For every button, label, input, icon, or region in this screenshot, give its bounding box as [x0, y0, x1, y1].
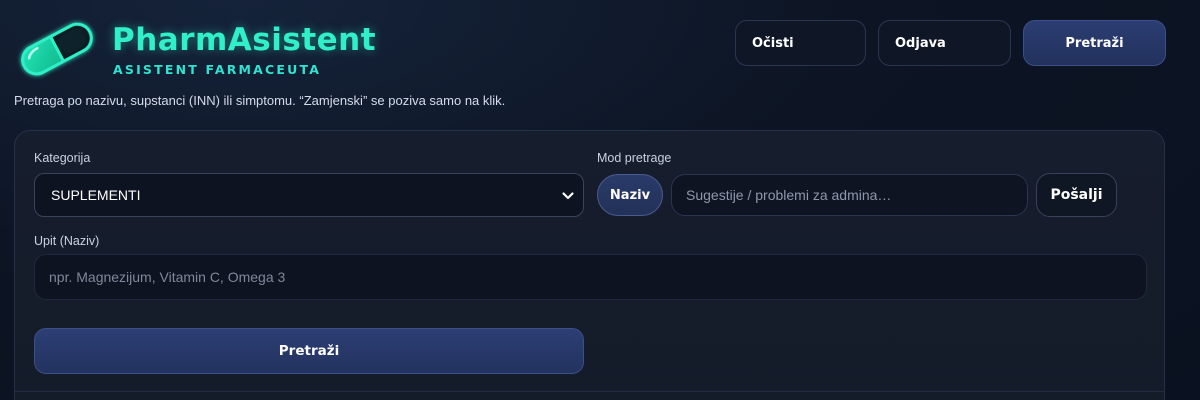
- query-input[interactable]: [34, 254, 1147, 300]
- app-page: PharmAsistent ASISTENT FARMACEUTA Pretra…: [0, 0, 1200, 400]
- category-select-value: SUPLEMENTI: [51, 187, 141, 203]
- app-title: PharmAsistent: [112, 21, 377, 58]
- chevron-down-icon: [561, 189, 575, 203]
- pill-capsule-icon: [14, 18, 100, 80]
- query-label: Upit (Naziv): [34, 234, 100, 248]
- clear-button[interactable]: Očisti: [735, 20, 866, 66]
- search-card: Kategorija SUPLEMENTI Mod pretrage Naziv…: [14, 130, 1165, 400]
- search-mode-toggle[interactable]: Naziv: [597, 174, 663, 216]
- category-select[interactable]: SUPLEMENTI: [34, 173, 584, 217]
- app-subtitle: ASISTENT FARMACEUTA: [113, 61, 322, 77]
- brand: PharmAsistent ASISTENT FARMACEUTA: [14, 18, 376, 80]
- suggestion-input[interactable]: [671, 174, 1028, 216]
- send-suggestion-button[interactable]: Pošalji: [1036, 173, 1117, 217]
- tagline: Pretraga po nazivu, supstanci (INN) ili …: [14, 93, 506, 108]
- search-mode-label: Mod pretrage: [597, 151, 672, 165]
- card-divider: [15, 391, 1164, 392]
- category-label: Kategorija: [34, 151, 91, 165]
- logout-button[interactable]: Odjava: [878, 20, 1011, 66]
- header-search-button[interactable]: Pretraži: [1023, 20, 1166, 66]
- top-actions: Očisti Odjava Pretraži: [735, 20, 1166, 66]
- search-button[interactable]: Pretraži: [34, 328, 584, 374]
